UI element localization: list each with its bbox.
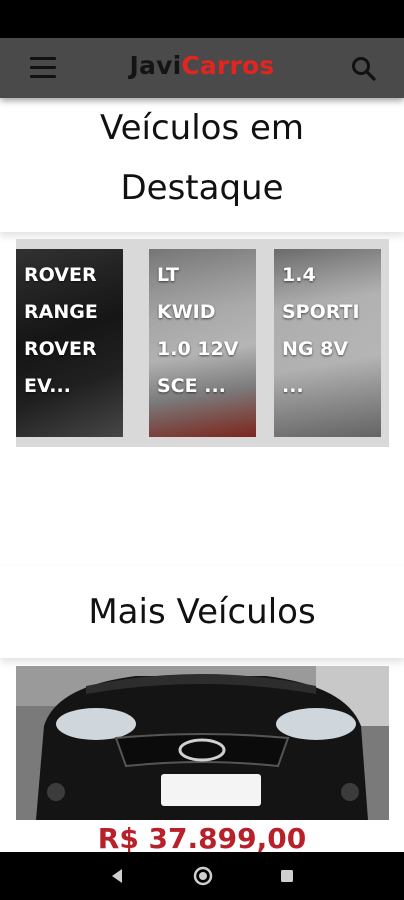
status-bar bbox=[0, 0, 404, 38]
car-front-illustration bbox=[16, 666, 389, 820]
recents-square-icon[interactable] bbox=[280, 868, 294, 884]
brand-part-2: Carros bbox=[181, 51, 275, 80]
featured-title-line-2: Destaque bbox=[120, 168, 284, 208]
app-bar: JaviCarros bbox=[0, 38, 404, 98]
brand-part-1: Javi bbox=[129, 51, 182, 80]
featured-card-2[interactable]: LT KWID 1.0 12V SCE ... bbox=[149, 249, 256, 437]
featured-title-line-1: Veículos em bbox=[99, 108, 305, 148]
system-navigation-bar bbox=[0, 852, 404, 900]
more-vehicles-title: Mais Veículos bbox=[0, 566, 404, 658]
app-logo: JaviCarros bbox=[0, 51, 404, 80]
vehicle-price: R$ 37.899,00 bbox=[97, 822, 307, 855]
featured-card-1[interactable]: ROVER RANGE ROVER EV... bbox=[16, 249, 123, 437]
featured-card-label: LT KWID 1.0 12V SCE ... bbox=[157, 264, 239, 397]
search-icon[interactable] bbox=[350, 55, 378, 83]
featured-card-label: 1.4 SPORTI NG 8V ... bbox=[282, 264, 360, 397]
vehicle-photo[interactable] bbox=[16, 666, 389, 820]
featured-card-3[interactable]: 1.4 SPORTI NG 8V ... bbox=[274, 249, 381, 437]
home-circle-icon[interactable] bbox=[193, 866, 213, 886]
featured-section-title: Veículos em Destaque bbox=[0, 98, 404, 232]
featured-carousel[interactable]: ROVER RANGE ROVER EV... LT KWID 1.0 12V … bbox=[16, 239, 389, 447]
featured-card-label: ROVER RANGE ROVER EV... bbox=[24, 264, 98, 397]
back-triangle-icon[interactable] bbox=[110, 868, 124, 884]
